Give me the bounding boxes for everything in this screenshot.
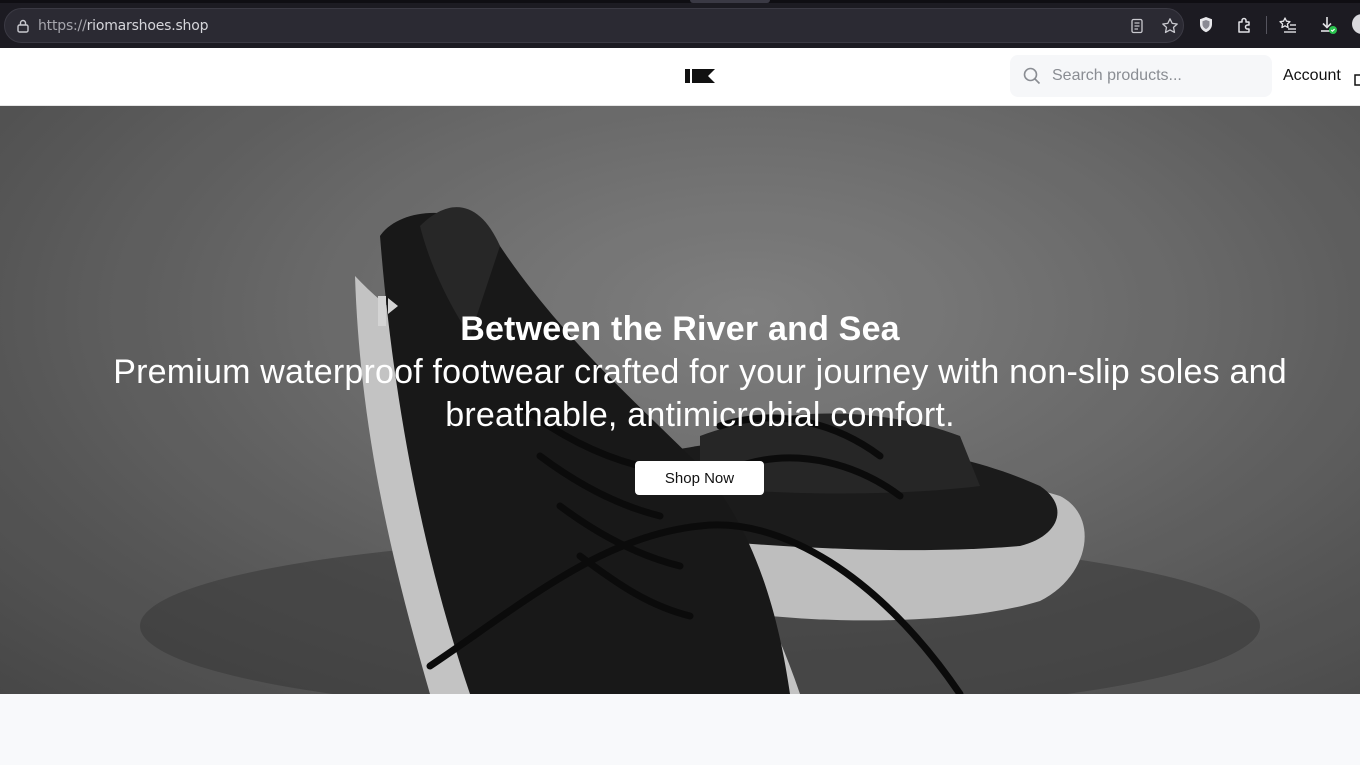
url-host: riomarshoes.shop — [86, 18, 209, 34]
address-bar[interactable]: https://riomarshoes.shop — [4, 8, 1184, 43]
search-icon[interactable] — [1023, 67, 1041, 85]
shop-now-button[interactable]: Shop Now — [635, 461, 764, 495]
hero-subtitle: Premium waterproof footwear crafted for … — [113, 353, 1287, 434]
site-logo[interactable] — [684, 68, 716, 84]
active-tab-indicator[interactable] — [690, 0, 770, 3]
search-input[interactable] — [1052, 64, 1262, 88]
search-box[interactable] — [1010, 55, 1272, 97]
tab-strip — [0, 0, 1360, 3]
content-section — [0, 694, 1360, 765]
url-text[interactable]: https://riomarshoes.shop — [38, 18, 208, 34]
reader-view-icon[interactable] — [1129, 18, 1145, 34]
hero-banner: Between the River and Sea Premium waterp… — [0, 106, 1360, 694]
downloads-icon[interactable] — [1318, 15, 1338, 35]
url-protocol: https:// — [38, 18, 87, 34]
bookmark-star-icon[interactable] — [1161, 17, 1179, 35]
hero-title: Between the River and Sea — [460, 310, 900, 348]
cart-icon[interactable] — [1353, 70, 1360, 86]
profile-avatar[interactable] — [1352, 14, 1360, 34]
site-header: Account — [0, 48, 1360, 106]
lock-icon[interactable] — [15, 18, 31, 34]
account-link[interactable]: Account — [1283, 67, 1341, 85]
browser-toolbar: https://riomarshoes.shop — [0, 0, 1360, 48]
toolbar-separator — [1266, 16, 1267, 34]
shield-icon[interactable] — [1196, 15, 1216, 35]
extensions-icon[interactable] — [1235, 15, 1255, 35]
bookmarks-list-icon[interactable] — [1278, 15, 1298, 35]
